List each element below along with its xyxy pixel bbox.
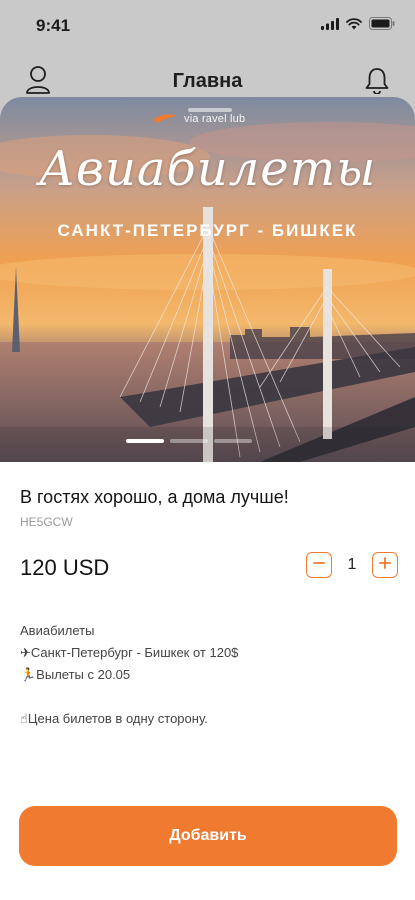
status-time: 9:41 — [36, 16, 71, 35]
banner-top-indicator — [188, 108, 232, 112]
product-title: В гостях хорошо, а дома лучше! — [20, 487, 289, 507]
product-code: HE5GCW — [20, 515, 73, 529]
quantity-stepper: 1 — [306, 552, 398, 578]
wifi-icon — [346, 17, 362, 35]
banner-logo-text: via ravel lub — [184, 113, 246, 125]
carousel-dot[interactable] — [214, 439, 252, 443]
quantity-value: 1 — [347, 556, 357, 573]
minus-icon — [313, 556, 325, 574]
decrease-quantity-button[interactable] — [306, 552, 332, 578]
banner-title: Авиабилеты — [38, 141, 377, 197]
page-title: Главна — [172, 70, 243, 92]
description-line: ✈Санкт-Петербург - Бишкек от 120$ — [20, 645, 239, 660]
carousel-dot[interactable] — [170, 439, 208, 443]
carousel-dot-active[interactable] — [126, 439, 164, 443]
description-line: 🏃Вылеты с 20.05 — [20, 667, 131, 682]
plus-icon — [379, 556, 391, 574]
status-bar: 9:41 — [0, 0, 415, 50]
banner-route: САНКТ-ПЕТЕРБУРГ - БИШКЕК — [57, 221, 358, 240]
description-line: ☝Цена билетов в одну сторону. — [20, 711, 208, 726]
carousel-pagination — [126, 439, 252, 443]
product-price: 120 USD — [20, 555, 110, 580]
plane-logo-icon — [152, 111, 178, 129]
notifications-button[interactable] — [359, 64, 395, 100]
product-banner-carousel[interactable]: via ravel lub Авиабилеты САНКТ-ПЕТЕРБУРГ… — [0, 97, 415, 462]
increase-quantity-button[interactable] — [372, 552, 398, 578]
battery-icon — [369, 17, 395, 35]
add-to-cart-button[interactable]: Добавить — [19, 806, 397, 866]
description-line: Авиабилеты — [20, 623, 95, 638]
product-description: Авиабилеты ✈Санкт-Петербург - Бишкек от … — [20, 620, 390, 730]
signal-icon — [321, 17, 339, 35]
bell-icon — [364, 66, 390, 99]
